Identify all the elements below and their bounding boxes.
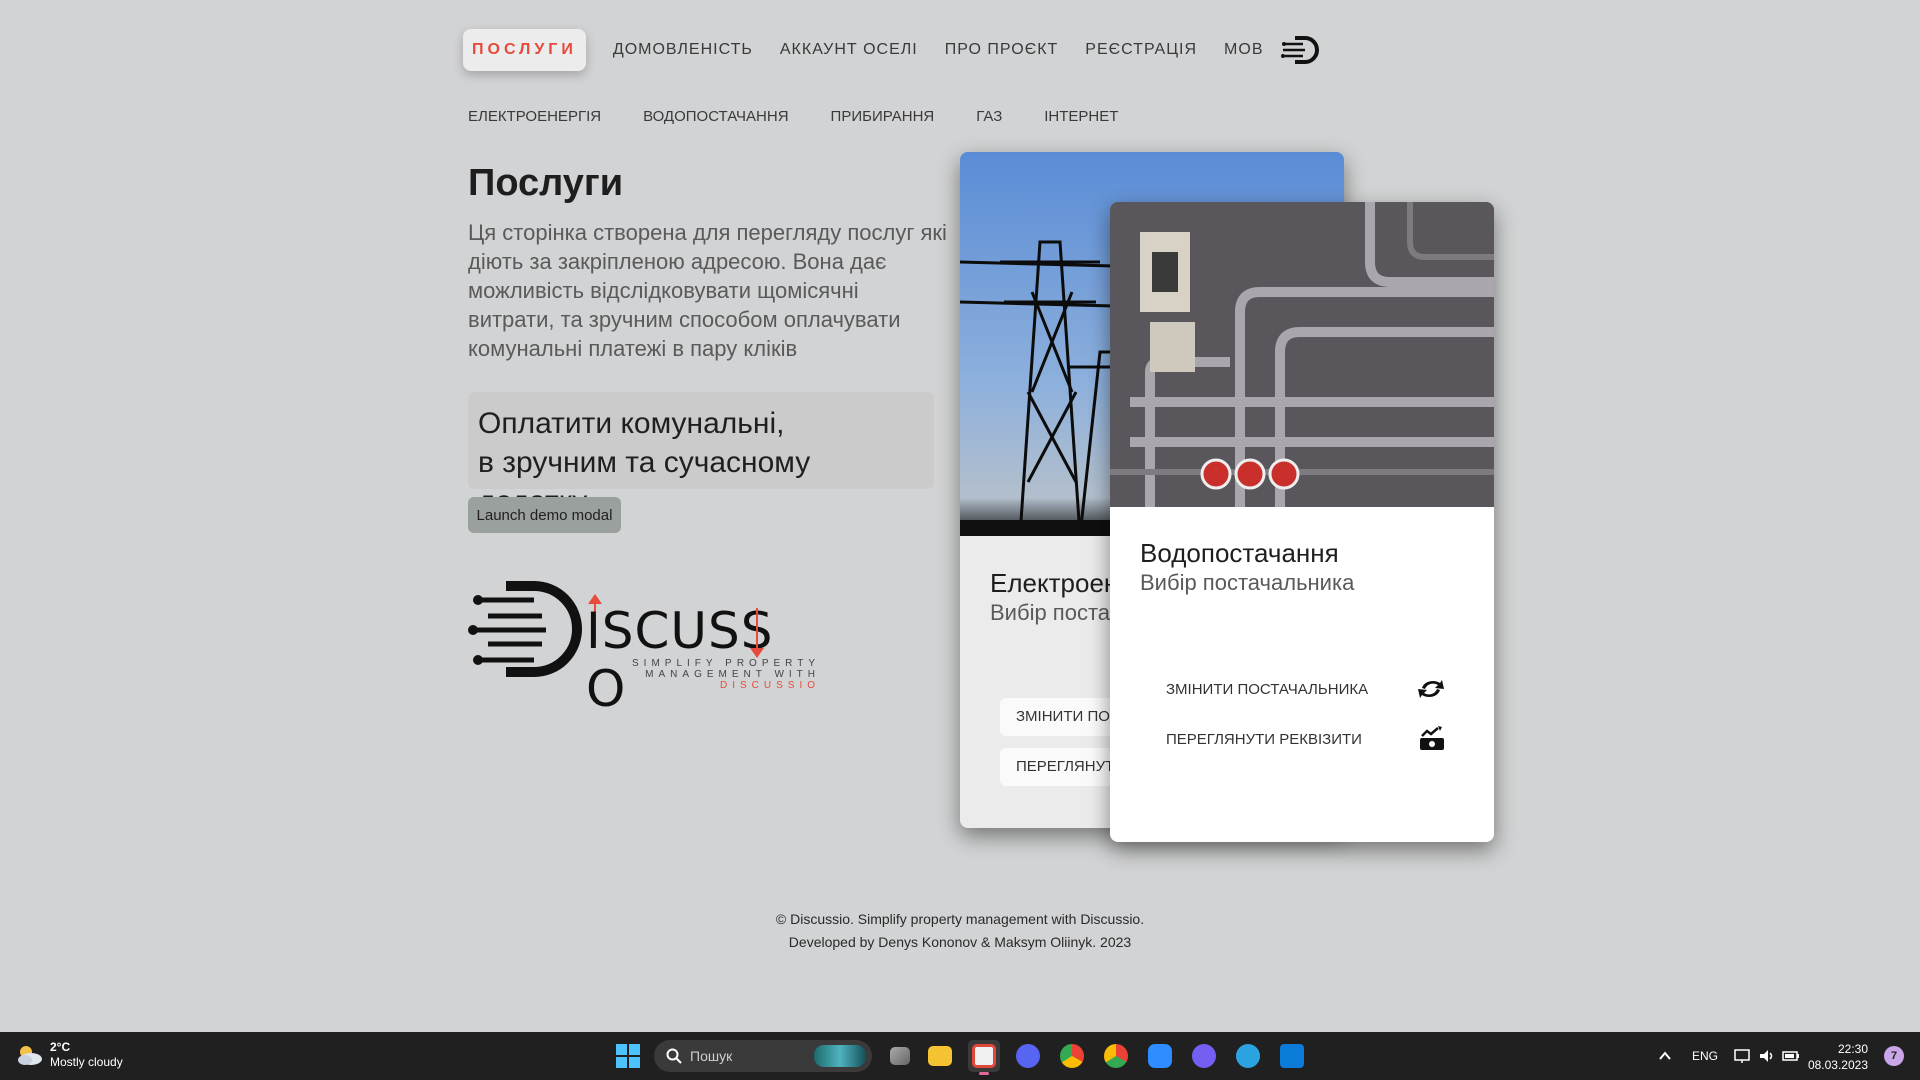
page-title: Послуги (468, 162, 624, 204)
nav-item-language[interactable]: Мов (1224, 41, 1263, 59)
footer: © Discussio. Simplify property managemen… (0, 908, 1920, 954)
windows-start-icon[interactable] (616, 1044, 640, 1068)
service-card-water[interactable]: Водопостачання Вибір постачальника Зміни… (1110, 202, 1494, 842)
notification-badge[interactable]: 7 (1884, 1046, 1904, 1066)
zoom-icon[interactable] (1144, 1040, 1176, 1072)
nav-item-home-account[interactable]: Аккаунт оселі (780, 41, 918, 59)
volume-icon[interactable] (1758, 1048, 1776, 1064)
brand-logo: ISCUSS O SIMPLIFY PROPERTY MANAGEMENT WI… (468, 580, 820, 718)
cloudy-weather-icon (18, 1046, 42, 1065)
file-explorer-icon[interactable] (924, 1040, 956, 1072)
discussio-logo-icon[interactable] (1280, 35, 1321, 65)
weather-description: Mostly cloudy (50, 1055, 123, 1069)
subnav-item-electricity[interactable]: Електроенергія (468, 108, 601, 125)
discord-icon[interactable] (1012, 1040, 1044, 1072)
footer-copyright: © Discussio. Simplify property managemen… (775, 911, 1145, 927)
subnav-item-water[interactable]: Водопостачання (643, 108, 788, 125)
brand-tagline-2: MANAGEMENT WITH (645, 669, 820, 680)
card-subtitle: Вибір постачальника (1140, 570, 1355, 595)
subnav-item-internet[interactable]: Інтернет (1044, 108, 1118, 125)
search-placeholder: Пошук (690, 1048, 733, 1064)
card-title: Водопостачання (1140, 538, 1339, 568)
promo-line-1: Оплатити комунальні, (478, 407, 785, 440)
chevron-up-icon[interactable] (1658, 1050, 1672, 1062)
subnav-item-gas[interactable]: Газ (976, 108, 1002, 125)
taskbar-search[interactable]: Пошук (654, 1040, 872, 1072)
subnav-item-cleaning[interactable]: Прибирання (831, 108, 935, 125)
nav-item-agreement[interactable]: Домовленість (613, 41, 753, 59)
top-nav: Послуги Домовленість Аккаунт оселі Про п… (463, 28, 1321, 72)
search-icon (666, 1048, 682, 1064)
nav-item-services[interactable]: Послуги (463, 29, 586, 71)
clock-date: 08.03.2023 (1807, 1058, 1868, 1072)
system-clock[interactable]: 22:30 08.03.2023 (1808, 1041, 1868, 1073)
change-provider-action[interactable]: Змінити постачальника (1166, 674, 1446, 704)
clock-time: 22:30 (1837, 1042, 1868, 1056)
battery-icon[interactable] (1782, 1049, 1800, 1063)
brand-tagline-1: SIMPLIFY PROPERTY (632, 658, 820, 669)
exchange-icon (1418, 680, 1444, 698)
weather-widget[interactable]: 2°C Mostly cloudy (14, 1040, 123, 1070)
brand-tagline-3: DISCUSSIO (719, 680, 820, 691)
telegram-icon[interactable] (1232, 1040, 1264, 1072)
brand-tagline: SIMPLIFY PROPERTY MANAGEMENT WITH DISCUS… (600, 658, 820, 691)
vscode-icon[interactable] (1276, 1040, 1308, 1072)
pipes-image (1110, 202, 1494, 507)
sub-nav: Електроенергія Водопостачання Прибирання… (468, 108, 1160, 125)
nav-item-about[interactable]: Про проєкт (945, 41, 1059, 59)
chrome-profile-icon[interactable] (1100, 1040, 1132, 1072)
nav-item-register[interactable]: Реєстрація (1085, 41, 1197, 59)
taskbar: 2°C Mostly cloudy Пошук ENG 22:30 08.03.… (0, 1032, 1920, 1080)
page-description: Ця сторінка створена для перегляду послу… (468, 220, 947, 361)
launch-demo-modal-button[interactable]: Launch demo modal (468, 497, 621, 533)
chrome-icon[interactable] (1056, 1040, 1088, 1072)
view-details-action[interactable]: Переглянути реквізити (1166, 724, 1446, 754)
viber-icon[interactable] (1188, 1040, 1220, 1072)
footer-developers: Developed by Denys Kononov & Maksym Olii… (788, 934, 1132, 950)
weather-temperature: 2°C (50, 1040, 71, 1054)
discussio-d-logo-icon (468, 581, 582, 677)
network-icon[interactable] (1734, 1048, 1752, 1064)
search-highlight-image (814, 1045, 866, 1067)
change-provider-label: Змінити постачальника (1166, 680, 1369, 698)
view-details-label: Переглянути реквізити (1166, 730, 1362, 748)
promo-box: Оплатити комунальні, в зручним та сучасн… (468, 392, 934, 518)
taskview-icon[interactable] (884, 1040, 916, 1072)
down-arrow-icon (750, 608, 764, 658)
language-indicator[interactable]: ENG (1692, 1049, 1718, 1063)
money-growth-icon (1420, 726, 1444, 750)
snipping-tool-icon[interactable] (968, 1040, 1000, 1075)
